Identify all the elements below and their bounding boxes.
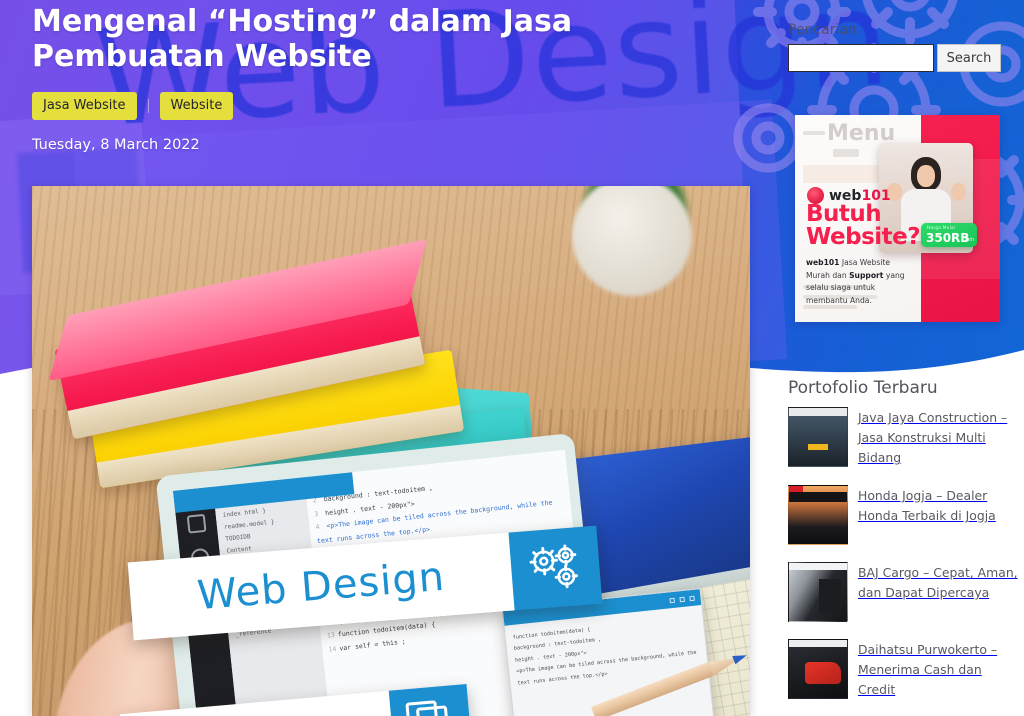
- post-date: Tuesday, 8 March 2022: [32, 136, 200, 153]
- search-widget: Pencarian Search: [788, 22, 1008, 72]
- ad-description: web101 Jasa Website Murah dan Support ya…: [806, 257, 916, 307]
- page-title: Mengenal “Hosting” dalam Jasa Pembuatan …: [32, 4, 573, 75]
- portfolio-widget: Portofolio Terbaru Java Jaya Constructio…: [788, 378, 1020, 716]
- minimize-icon: [669, 597, 675, 603]
- search-form: Search: [788, 44, 1008, 72]
- search-button[interactable]: Search: [937, 44, 1001, 72]
- portfolio-item-title: Daihatsu Purwokerto – Menerima Cash dan …: [858, 642, 998, 698]
- ad-description-bold-2: Support: [849, 270, 884, 280]
- portfolio-item[interactable]: Daihatsu Purwokerto – Menerima Cash dan …: [788, 639, 1020, 700]
- explorer-icon: [186, 513, 207, 534]
- category-tag-website[interactable]: Website: [159, 91, 234, 120]
- portfolio-item-title: Honda Jogja – Dealer Honda Terbaik di Jo…: [858, 488, 996, 524]
- database-label: Database: [173, 709, 341, 716]
- search-input[interactable]: [788, 44, 934, 72]
- page-root: Web Design Mengenal “Hosting” dalam Jasa…: [0, 0, 1024, 716]
- ad-person-face: [917, 165, 935, 187]
- portfolio-item[interactable]: BAJ Cargo – Cepat, Aman, dan Dapat Diper…: [788, 562, 1020, 623]
- portfolio-item-title: Java Jaya Construction – Jasa Konstruksi…: [858, 410, 1008, 466]
- ad-price-amount: 350RB: [926, 231, 970, 245]
- gears-icon: [508, 525, 603, 611]
- ad-price-period: /bln: [964, 237, 974, 243]
- portfolio-item[interactable]: Java Jaya Construction – Jasa Konstruksi…: [788, 407, 1020, 468]
- featured-image: FORM URSELF MANTHIS/M ESS. index html }: [32, 186, 750, 716]
- portfolio-thumbnail: [788, 639, 848, 700]
- maximize-icon: [679, 596, 685, 602]
- portfolio-thumbnail: [788, 485, 848, 546]
- ad-price-caption: Harga Mulai: [927, 225, 956, 230]
- category-tag-jasa-website[interactable]: Jasa Website: [32, 91, 137, 120]
- ad-person-hand-right: [951, 183, 966, 201]
- ad-headline: Butuh Website?: [806, 201, 921, 250]
- search-label: Pencarian: [788, 22, 857, 38]
- portfolio-title: Portofolio Terbaru: [788, 378, 938, 398]
- post-categories: Jasa Website Website: [32, 91, 722, 120]
- advertisement-banner[interactable]: Menu web101 Butuh Website? web101 Jasa W…: [795, 115, 1000, 322]
- ad-description-brand: web101: [806, 258, 840, 267]
- portfolio-thumbnail: [788, 407, 848, 467]
- featured-image-scene: FORM URSELF MANTHIS/M ESS. index html }: [32, 186, 750, 716]
- ad-headline-line-2: Website?: [806, 224, 921, 250]
- category-separator: [147, 98, 149, 113]
- post-header: Mengenal “Hosting” dalam Jasa Pembuatan …: [32, 4, 722, 153]
- ad-price-badge: Harga Mulai 350RB /bln: [921, 223, 977, 247]
- documents-icon: [388, 683, 473, 716]
- ad-ghost-bar: [803, 131, 825, 135]
- sidebar: Pencarian Search: [788, 22, 1008, 90]
- ad-headline-line-1: Butuh: [806, 201, 882, 227]
- portfolio-list: Java Jaya Construction – Jasa Konstruksi…: [788, 407, 1020, 716]
- close-icon: [689, 595, 695, 601]
- portfolio-item-title: BAJ Cargo – Cepat, Aman, dan Dapat Diper…: [858, 565, 1018, 601]
- web-design-label: Web Design: [195, 553, 447, 620]
- portfolio-item[interactable]: Honda Jogja – Dealer Honda Terbaik di Jo…: [788, 485, 1020, 546]
- ad-ghost-bar: [833, 149, 859, 157]
- portfolio-thumbnail: [788, 562, 848, 623]
